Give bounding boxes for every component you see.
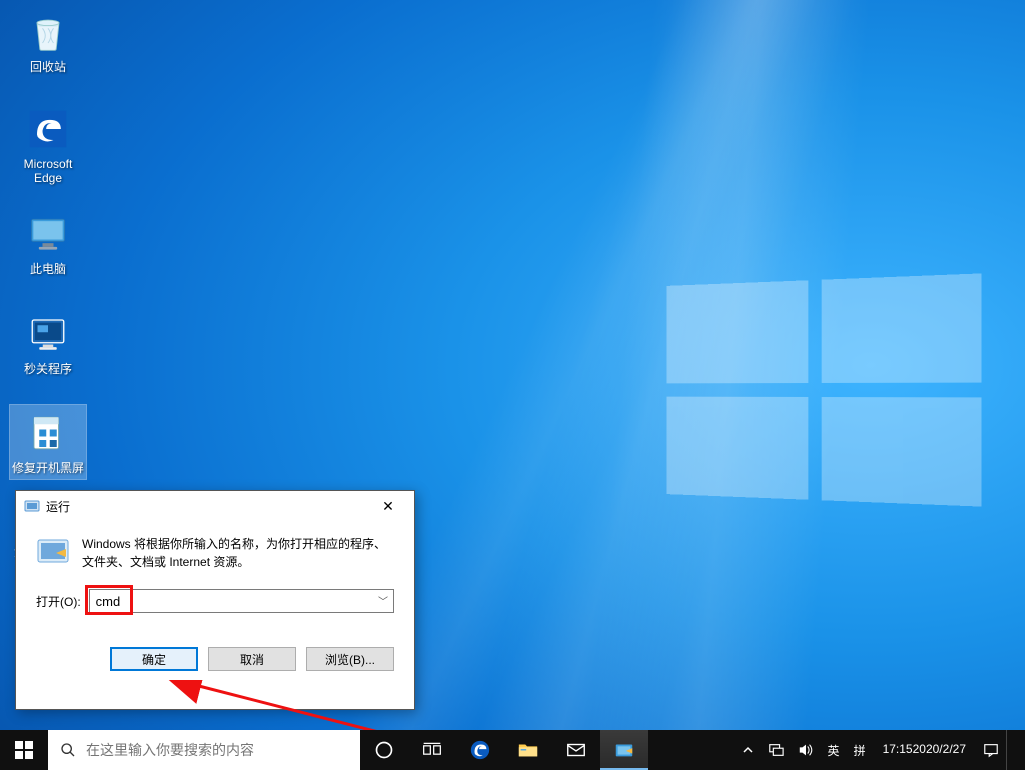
run-titlebar[interactable]: 运行 ✕ <box>16 491 414 521</box>
start-button[interactable] <box>0 730 48 770</box>
network-icon[interactable] <box>761 730 791 770</box>
taskbar-search[interactable] <box>48 730 360 770</box>
trash-icon <box>24 8 72 56</box>
recycle-bin-label: 回收站 <box>10 60 86 74</box>
ok-button[interactable]: 确定 <box>110 647 198 671</box>
browse-button[interactable]: 浏览(B)... <box>306 647 394 671</box>
search-input[interactable] <box>86 742 348 758</box>
desktop-wallpaper[interactable]: 回收站 Microsoft Edge 此电脑 <box>0 0 1025 730</box>
clock-time: 17:15 <box>883 743 913 757</box>
run-title: 运行 <box>46 498 368 515</box>
registry-icon <box>24 409 72 457</box>
search-icon <box>60 742 76 758</box>
system-tray: 英 拼 17:15 2020/2/27 <box>731 730 1025 770</box>
taskbar: 英 拼 17:15 2020/2/27 <box>0 730 1025 770</box>
task-view-button[interactable] <box>408 730 456 770</box>
this-pc-icon[interactable]: 此电脑 <box>10 210 86 276</box>
this-pc-label: 此电脑 <box>10 262 86 276</box>
cortana-button[interactable] <box>360 730 408 770</box>
edge-label: Microsoft Edge <box>10 157 86 186</box>
action-center-button[interactable] <box>976 730 1006 770</box>
run-body-icon <box>36 535 70 569</box>
run-input[interactable] <box>89 589 394 613</box>
open-label: 打开(O): <box>36 593 81 610</box>
monitor-icon <box>24 210 72 258</box>
taskbar-edge[interactable] <box>456 730 504 770</box>
run-description: Windows 将根据你所输入的名称，为你打开相应的程序、文件夹、文档或 Int… <box>82 535 394 571</box>
fix-boot-label: 修复开机黑屏 <box>10 461 86 475</box>
taskbar-run-active[interactable] <box>600 730 648 770</box>
clock-date: 2020/2/27 <box>913 743 966 757</box>
taskbar-clock[interactable]: 17:15 2020/2/27 <box>873 730 976 770</box>
shutdown-icon <box>24 310 72 358</box>
run-dialog: 运行 ✕ Windows 将根据你所输入的名称，为你打开相应的程序、文件夹、文档… <box>15 490 415 710</box>
shutdown-program-icon[interactable]: 秒关程序 <box>10 310 86 376</box>
show-desktop-button[interactable] <box>1006 730 1021 770</box>
volume-icon[interactable] <box>791 730 821 770</box>
windows-logo-graphic <box>666 273 981 506</box>
run-dialog-icon <box>24 498 40 514</box>
taskbar-mail[interactable] <box>552 730 600 770</box>
cancel-button[interactable]: 取消 <box>208 647 296 671</box>
shutdown-label: 秒关程序 <box>10 362 86 376</box>
close-button[interactable]: ✕ <box>368 494 408 518</box>
taskbar-file-explorer[interactable] <box>504 730 552 770</box>
tray-overflow-button[interactable] <box>735 730 761 770</box>
microsoft-edge-icon[interactable]: Microsoft Edge <box>10 105 86 186</box>
fix-boot-icon[interactable]: 修复开机黑屏 <box>10 405 86 479</box>
ime-lang[interactable]: 英 <box>821 730 847 770</box>
ime-mode[interactable]: 拼 <box>847 730 873 770</box>
recycle-bin-icon[interactable]: 回收站 <box>10 8 86 74</box>
edge-icon <box>24 105 72 153</box>
